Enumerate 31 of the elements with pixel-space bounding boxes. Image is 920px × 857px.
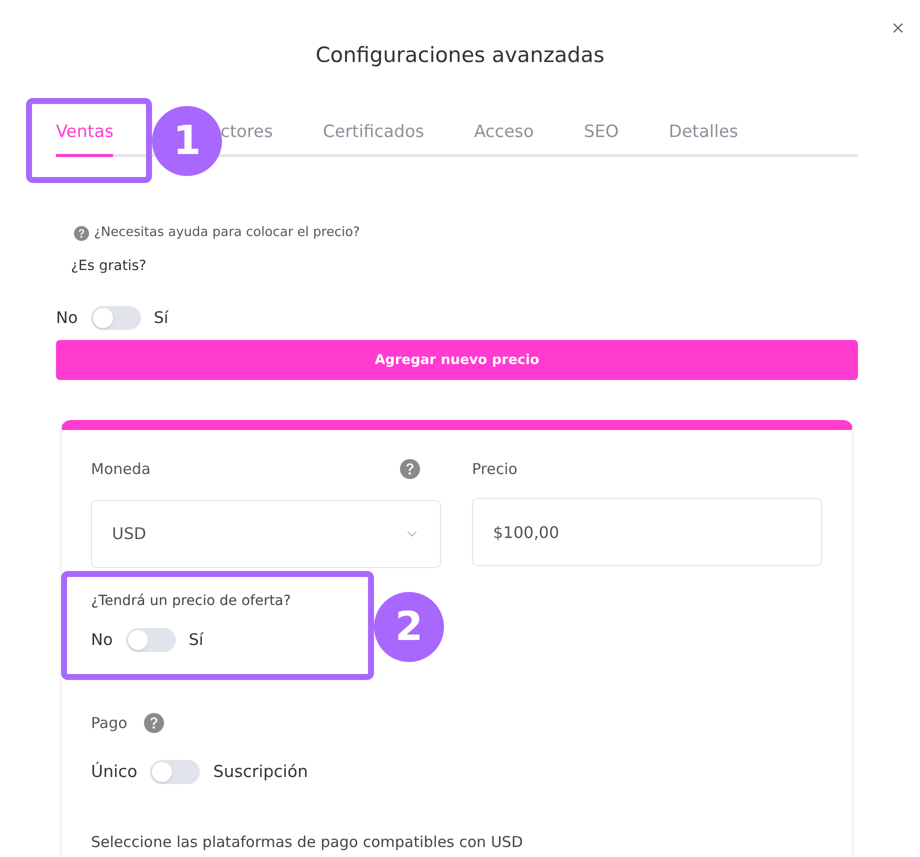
tab[interactable]: SEO [584,120,619,157]
toggle-switch[interactable] [90,306,141,330]
platforms-label: Seleccione las plataformas de pago compatibles con USD [91,832,523,853]
toggle-on-label: Suscripción [213,761,308,783]
tab[interactable]: Acceso [474,120,534,157]
field-label: Moneda [91,459,151,480]
step-marker: 2 [374,592,444,662]
tab[interactable]: ctores [220,120,273,157]
field-label: Pago [91,713,128,734]
toggle-on-label: Sí [154,307,168,329]
toggle-off-label: No [91,629,113,651]
offer-question: ¿Tendrá un precio de oferta? [91,592,291,611]
tab[interactable]: Ventas [56,120,114,157]
add-price-button[interactable]: Agregar nuevo precio [56,340,858,380]
help-icon[interactable] [74,226,89,240]
field-label: Precio [472,459,518,480]
toggle-switch[interactable] [126,628,176,652]
tab[interactable]: Detalles [668,120,738,157]
toggle-off-label: No [56,307,78,329]
tab[interactable]: Certificados [322,120,424,157]
toggle-on-label: Sí [188,629,204,651]
help-link[interactable]: ¿Necesitas ayuda para colocar el precio? [94,223,360,243]
help-icon[interactable] [144,713,164,733]
toggle-off-label: Único [91,760,138,783]
price-input[interactable]: $100,00 [472,498,822,566]
currency-select[interactable]: USD [91,500,441,568]
dialog-title: Configuraciones avanzadas [316,42,604,69]
step-marker: 1 [152,106,222,176]
free-question: ¿Es gratis? [71,257,146,276]
help-icon[interactable] [400,459,420,479]
toggle-switch[interactable] [150,760,200,784]
